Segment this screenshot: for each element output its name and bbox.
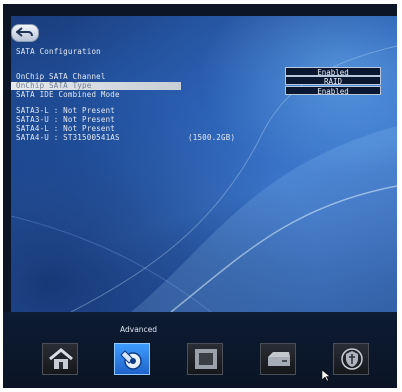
storage-icon <box>268 352 290 366</box>
nav-security-button[interactable] <box>333 343 369 375</box>
setting-value-onchip-sata-channel[interactable]: Enabled <box>285 67 381 77</box>
mouse-cursor-icon <box>322 370 330 382</box>
active-tab-label: Advanced <box>120 325 158 334</box>
port-sata3-u: SATA3-U : Not Present <box>16 115 116 124</box>
nav-chip-button[interactable] <box>187 343 223 375</box>
setting-label-sata-ide-combined-mode[interactable]: SATA IDE Combined Mode <box>16 90 120 99</box>
wallpaper <box>11 16 397 312</box>
port-sata3-l: SATA3-L : Not Present <box>16 106 116 115</box>
advanced-icon <box>120 350 142 370</box>
port-sata4-u-size: (1500.2GB) <box>188 133 236 142</box>
setting-value-onchip-sata-type[interactable]: RAID <box>285 76 381 86</box>
setting-value-sata-ide-combined-mode[interactable]: Enabled <box>285 86 381 96</box>
nav-home-button[interactable] <box>42 343 78 375</box>
nav-advanced-button[interactable] <box>114 343 150 375</box>
home-icon <box>49 348 73 369</box>
shield-icon <box>341 348 363 370</box>
page-title: SATA Configuration <box>16 47 101 56</box>
port-sata4-u: SATA4-U : ST31500541AS <box>16 133 120 142</box>
nav-storage-button[interactable] <box>260 343 296 375</box>
setting-label-onchip-sata-type[interactable]: OnChip SATA Type <box>16 81 91 90</box>
port-sata4-l: SATA4-L : Not Present <box>16 124 116 133</box>
setting-label-onchip-sata-channel[interactable]: OnChip SATA Channel <box>16 72 106 81</box>
back-button[interactable] <box>11 24 39 42</box>
chip-icon <box>195 349 217 369</box>
bios-window: SATA Configuration OnChip SATA Channel O… <box>3 4 397 388</box>
back-arrow-icon <box>16 27 33 37</box>
